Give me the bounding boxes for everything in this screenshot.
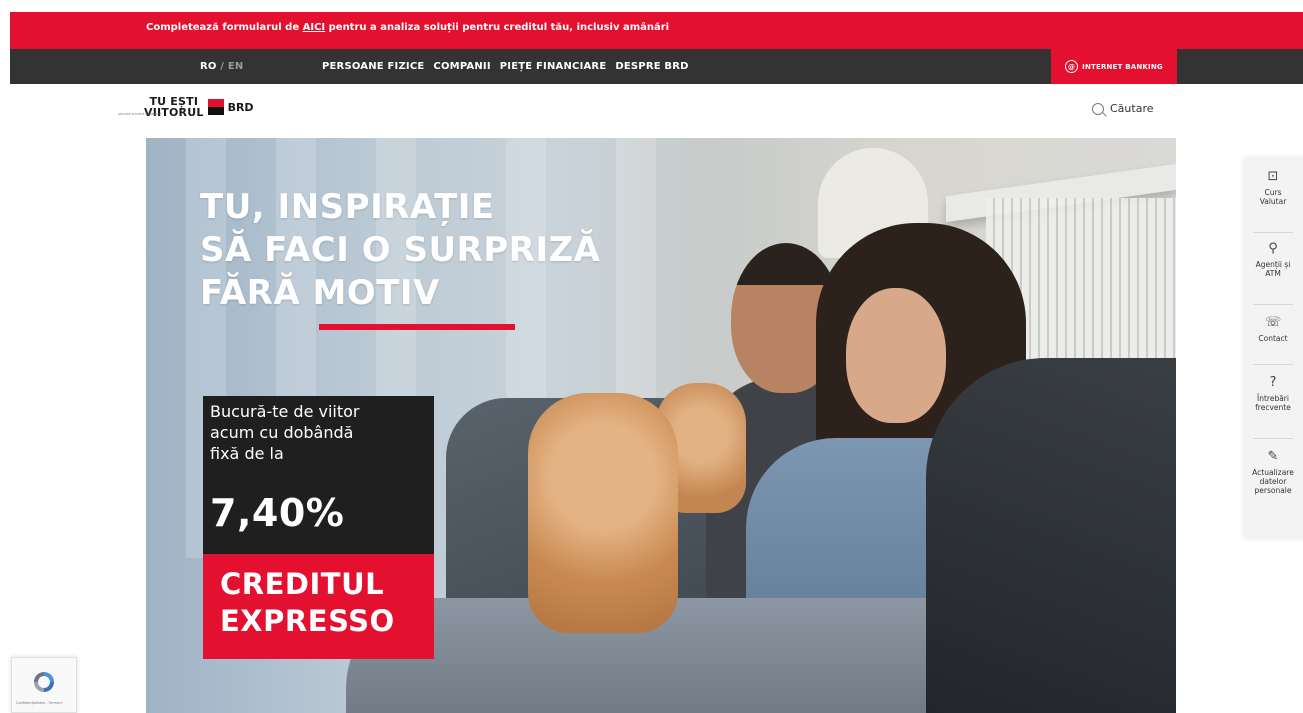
promo-text-line-3: fixă de la — [210, 444, 284, 463]
announcement-text: Completează formularul de AICI pentru a … — [146, 22, 669, 33]
product-name: CREDITUL EXPRESSO — [220, 566, 395, 640]
top-navigation: RO / EN PERSOANE FIZICE COMPANII PIEȚE F… — [10, 49, 1303, 84]
quick-actualizare-date[interactable]: ✎ Actualizare datelor personale — [1243, 449, 1303, 495]
product-name-line-2: EXPRESSO — [220, 604, 395, 638]
announcement-text-before: Completează formularul de — [146, 22, 303, 33]
quick-label: Întrebări — [1257, 394, 1289, 403]
site-header: TU EȘTI VIITORUL BRD GROUPE SOCIETE GENE… — [10, 84, 1303, 138]
search-label: Căutare — [1110, 102, 1154, 115]
quick-label: Actualizare — [1252, 468, 1294, 477]
announcement-text-after: pentru a analiza soluții pentru creditul… — [325, 22, 670, 33]
announcement-bar: Completează formularul de AICI pentru a … — [10, 12, 1303, 49]
product-name-line-1: CREDITUL — [220, 567, 385, 601]
language-switcher: RO / EN — [200, 61, 243, 72]
quick-contact[interactable]: ☏ Contact — [1243, 315, 1303, 343]
promo-rate-box: Bucură-te de viitor acum cu dobândă fixă… — [203, 396, 434, 554]
contact-icon: ☏ — [1265, 315, 1282, 330]
brd-mark-icon — [207, 99, 224, 115]
sofa-arm — [926, 358, 1176, 713]
location-icon: ⚲ — [1268, 241, 1278, 256]
divider — [1253, 438, 1293, 439]
promo-text-line-2: acum cu dobândă — [210, 423, 354, 442]
quick-access-sidebar: ⊡ Curs Valutar ⚲ Agenții și ATM ☏ Contac… — [1243, 157, 1303, 539]
quick-curs-valutar[interactable]: ⊡ Curs Valutar — [1243, 169, 1303, 206]
quick-agentii-atm[interactable]: ⚲ Agenții și ATM — [1243, 241, 1303, 278]
recaptcha-footer[interactable]: Confidențialitate - Termeni — [16, 701, 62, 705]
quick-label: Valutar — [1259, 197, 1287, 206]
quick-label: Contact — [1258, 334, 1288, 343]
logo-brand: BRD — [227, 100, 254, 114]
faq-icon: ? — [1269, 375, 1277, 390]
search-icon — [1092, 102, 1104, 115]
logo-subtitle: GROUPE SOCIETE GENERALE — [118, 112, 162, 116]
divider — [1253, 232, 1293, 233]
update-data-icon: ✎ — [1267, 449, 1279, 464]
recaptcha-icon — [34, 672, 54, 692]
lang-ro[interactable]: RO — [200, 61, 217, 72]
internet-banking-label: INTERNET BANKING — [1082, 62, 1163, 71]
nav-piete-financiare[interactable]: PIEȚE FINANCIARE — [500, 61, 607, 72]
currency-icon: ⊡ — [1267, 169, 1279, 184]
promo-text: Bucură-te de viitor acum cu dobândă fixă… — [210, 401, 360, 464]
puppy-large — [528, 393, 678, 633]
nav-despre-brd[interactable]: DESPRE BRD — [615, 61, 688, 72]
lang-en[interactable]: EN — [228, 61, 244, 72]
recaptcha-badge[interactable]: Confidențialitate - Termeni — [11, 657, 77, 713]
headline-line-3: FĂRĂ MOTIV — [200, 273, 440, 313]
internet-banking-icon: @ — [1065, 60, 1079, 73]
headline-line-1: TU, INSPIRAȚIE — [200, 187, 495, 227]
hero-headline: TU, INSPIRAȚIE SĂ FACI O SURPRIZĂ FĂRĂ M… — [200, 186, 600, 315]
divider — [1253, 304, 1293, 305]
search-button[interactable]: Căutare — [1092, 102, 1154, 115]
hero-banner[interactable]: TU, INSPIRAȚIE SĂ FACI O SURPRIZĂ FĂRĂ M… — [146, 138, 1176, 713]
divider — [1253, 364, 1293, 365]
quick-label: Agenții și — [1255, 260, 1291, 269]
quick-intrebari-frecvente[interactable]: ? Întrebări frecvente — [1243, 375, 1303, 412]
quick-label: personale — [1254, 486, 1292, 495]
quick-label: Curs — [1264, 188, 1282, 197]
lang-separator: / — [216, 61, 228, 72]
announcement-link[interactable]: AICI — [303, 22, 326, 33]
headline-underline — [319, 324, 515, 330]
headline-line-2: SĂ FACI O SURPRIZĂ — [200, 230, 601, 270]
woman-face — [846, 288, 946, 423]
nav-companii[interactable]: COMPANII — [433, 61, 490, 72]
main-menu: PERSOANE FIZICE COMPANII PIEȚE FINANCIAR… — [322, 61, 698, 72]
quick-label: datelor — [1259, 477, 1287, 486]
product-box[interactable]: CREDITUL EXPRESSO — [203, 554, 434, 659]
internet-banking-button[interactable]: @ INTERNET BANKING — [1051, 49, 1177, 84]
promo-rate: 7,40% — [210, 491, 345, 535]
nav-persoane-fizice[interactable]: PERSOANE FIZICE — [322, 61, 424, 72]
quick-label: frecvente — [1255, 403, 1291, 412]
quick-label: ATM — [1265, 269, 1281, 278]
promo-text-line-1: Bucură-te de viitor — [210, 402, 360, 421]
